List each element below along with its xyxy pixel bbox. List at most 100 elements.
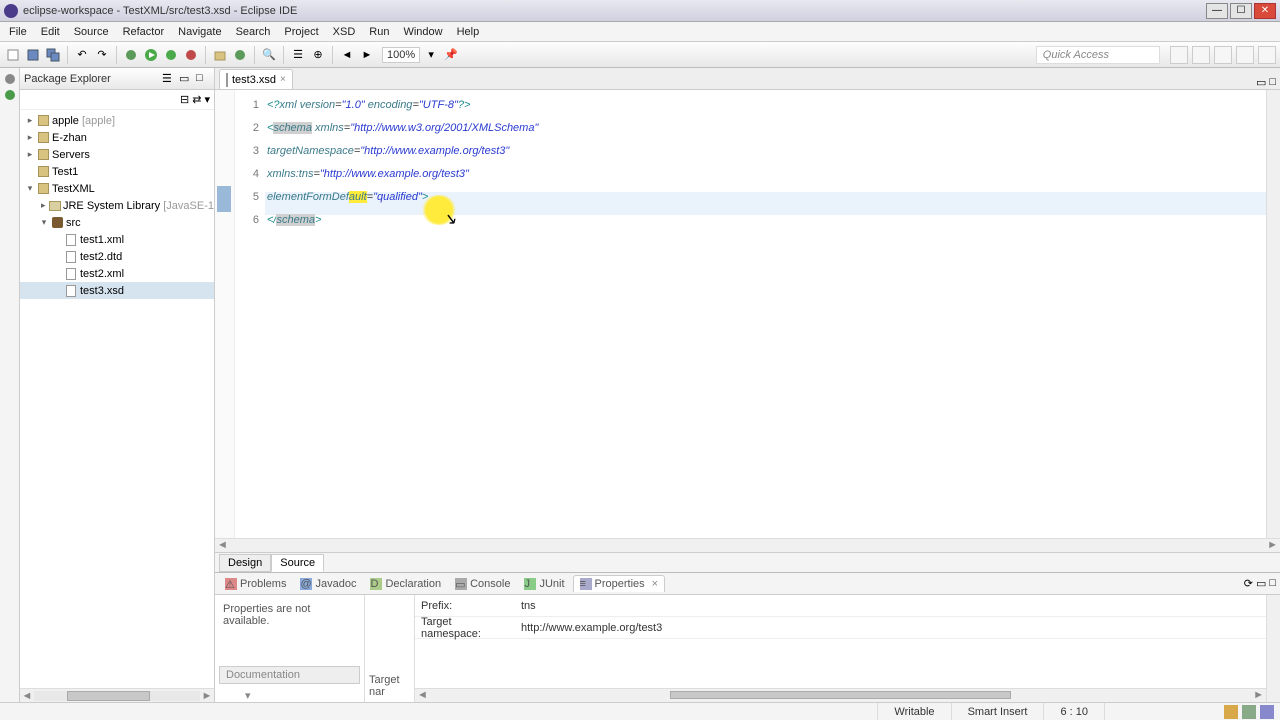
view-min-icon[interactable]: ▭ [1256, 577, 1266, 590]
zoom-dropdown-icon[interactable]: ▾ [422, 46, 440, 64]
collapse-all-icon[interactable]: ⊟ [180, 93, 189, 106]
view-minimize-icon[interactable]: ▭ [179, 72, 193, 86]
properties-tab[interactable]: ≡Properties× [573, 575, 666, 592]
toggle-icon[interactable]: ☰ [289, 46, 307, 64]
hscroll-thumb[interactable] [67, 691, 150, 701]
minimize-button[interactable]: — [1206, 3, 1228, 19]
console-tab[interactable]: ▭Console [449, 576, 516, 592]
tree-item-jre[interactable]: ▸JRE System Library [JavaSE-1 [20, 197, 214, 214]
forward-icon[interactable]: ► [358, 46, 376, 64]
ruler-marker [217, 186, 231, 212]
new-class-icon[interactable] [231, 46, 249, 64]
undo-icon[interactable]: ↶ [73, 46, 91, 64]
hscroll-right-icon[interactable]: ► [1267, 539, 1278, 551]
xml-source-editor[interactable]: 123456 <?xml version="1.0" encoding="UTF… [215, 90, 1280, 538]
tree-item-src[interactable]: ▾src [20, 214, 214, 231]
target-namespace-value[interactable]: http://www.example.org/test3 [515, 622, 1266, 634]
perspective-debug-icon[interactable] [1192, 46, 1210, 64]
tree-item-ezhan[interactable]: ▸E-zhan [20, 129, 214, 146]
perspective-xml-icon[interactable] [1236, 46, 1254, 64]
new-icon[interactable] [4, 46, 22, 64]
status-bar: Writable Smart Insert 6 : 10 [0, 702, 1280, 720]
editor-hscroll[interactable]: ◄ ► [215, 538, 1280, 552]
javadoc-tab[interactable]: @Javadoc [294, 576, 362, 592]
editor-mode-tabs: Design Source [215, 552, 1280, 572]
tree-item-test2xml[interactable]: test2.xml [20, 265, 214, 282]
open-type-icon[interactable]: ⊕ [309, 46, 327, 64]
view-restore-icon[interactable]: ⟳ [1244, 577, 1253, 590]
tree-item-test1xml[interactable]: test1.xml [20, 231, 214, 248]
menu-file[interactable]: File [2, 24, 34, 40]
properties-vscroll[interactable] [1266, 595, 1280, 702]
menu-help[interactable]: Help [450, 24, 487, 40]
hscroll-left-icon[interactable]: ◄ [20, 690, 34, 702]
menu-run[interactable]: Run [362, 24, 396, 40]
link-editor-icon[interactable]: ⇄ [192, 93, 201, 106]
editor-minimize-icon[interactable]: ▭ [1256, 76, 1266, 89]
hscroll-left-icon[interactable]: ◄ [217, 539, 228, 551]
view-menu-icon[interactable]: ☰ [162, 72, 176, 86]
run-icon[interactable] [142, 46, 160, 64]
tray-icon-2[interactable] [1242, 705, 1256, 719]
tray-icon-1[interactable] [1224, 705, 1238, 719]
menu-xsd[interactable]: XSD [326, 24, 363, 40]
problems-tab[interactable]: ⚠Problems [219, 576, 292, 592]
prefix-value[interactable]: tns [515, 600, 1266, 612]
perspective-java-icon[interactable] [1170, 46, 1188, 64]
tree-item-test3xsd[interactable]: test3.xsd [20, 282, 214, 299]
project-tree[interactable]: ▸apple [apple] ▸E-zhan ▸Servers Test1 ▾T… [20, 110, 214, 688]
view-max-icon[interactable]: □ [1269, 577, 1276, 590]
line-numbers: 123456 [235, 90, 265, 538]
perspective-other-icon[interactable] [1258, 46, 1276, 64]
pin-icon[interactable]: 📌 [442, 46, 460, 64]
junit-tab[interactable]: JJUnit [518, 576, 570, 592]
search-icon[interactable]: 🔍 [260, 46, 278, 64]
tree-item-servers[interactable]: ▸Servers [20, 146, 214, 163]
maximize-button[interactable]: ☐ [1230, 3, 1252, 19]
menu-navigate[interactable]: Navigate [171, 24, 228, 40]
menu-search[interactable]: Search [229, 24, 278, 40]
quick-access-input[interactable]: Quick Access [1036, 46, 1160, 64]
code-content[interactable]: <?xml version="1.0" encoding="UTF-8"?> <… [265, 90, 1266, 538]
menu-refactor[interactable]: Refactor [116, 24, 172, 40]
editor-tab-close-icon[interactable]: × [280, 74, 286, 85]
properties-tab-close-icon[interactable]: × [652, 578, 658, 590]
tree-item-test1[interactable]: Test1 [20, 163, 214, 180]
menu-project[interactable]: Project [277, 24, 325, 40]
source-tab[interactable]: Source [271, 554, 324, 572]
minimized-view-icon-2[interactable] [5, 90, 15, 100]
run-last-icon[interactable] [162, 46, 180, 64]
minimized-view-icon[interactable] [5, 74, 15, 84]
redo-icon[interactable]: ↷ [93, 46, 111, 64]
window-title: eclipse-workspace - TestXML/src/test3.xs… [23, 5, 1206, 17]
menu-window[interactable]: Window [396, 24, 449, 40]
tree-item-testxml[interactable]: ▾TestXML [20, 180, 214, 197]
save-all-icon[interactable] [44, 46, 62, 64]
external-tools-icon[interactable] [182, 46, 200, 64]
properties-hscroll[interactable]: ◄ ► [415, 688, 1266, 702]
perspective-resource-icon[interactable] [1214, 46, 1232, 64]
design-tab[interactable]: Design [219, 554, 271, 572]
debug-icon[interactable] [122, 46, 140, 64]
editor-maximize-icon[interactable]: □ [1269, 76, 1276, 89]
tree-item-apple[interactable]: ▸apple [apple] [20, 112, 214, 129]
documentation-tab[interactable]: Documentation [219, 666, 360, 684]
menu-bar: File Edit Source Refactor Navigate Searc… [0, 22, 1280, 42]
declaration-tab[interactable]: DDeclaration [364, 576, 447, 592]
status-insert-mode: Smart Insert [951, 703, 1044, 720]
back-icon[interactable]: ◄ [338, 46, 356, 64]
menu-edit[interactable]: Edit [34, 24, 67, 40]
chevron-down-icon[interactable]: ▾ [245, 689, 251, 702]
new-package-icon[interactable] [211, 46, 229, 64]
close-button[interactable]: ✕ [1254, 3, 1276, 19]
editor-tab-test3xsd[interactable]: test3.xsd × [219, 69, 293, 89]
tray-icon-3[interactable] [1260, 705, 1274, 719]
menu-source[interactable]: Source [67, 24, 116, 40]
editor-vscroll[interactable] [1266, 90, 1280, 538]
view-dropdown-icon[interactable]: ▾ [204, 93, 210, 106]
zoom-level[interactable]: 100% [382, 47, 420, 63]
save-icon[interactable] [24, 46, 42, 64]
tree-item-test2dtd[interactable]: test2.dtd [20, 248, 214, 265]
hscroll-right-icon[interactable]: ► [200, 690, 214, 702]
view-maximize-icon[interactable]: □ [196, 72, 210, 86]
